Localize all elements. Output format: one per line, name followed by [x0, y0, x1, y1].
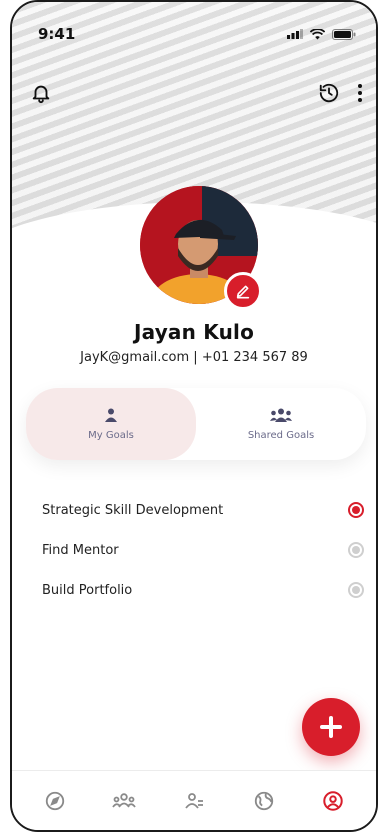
status-bar: 9:41 — [12, 24, 376, 44]
goal-radio-selected[interactable] — [348, 502, 364, 518]
history-icon — [319, 83, 339, 103]
tab-label-my-goals: My Goals — [88, 429, 134, 441]
phone-device: 9:41 Jayan Kulo JayK@gmail.com | +01 234… — [0, 0, 384, 832]
bell-icon — [32, 85, 50, 104]
goal-label: Build Portfolio — [42, 582, 133, 598]
signal-icon — [287, 29, 303, 39]
group-icon — [270, 408, 292, 422]
goal-label: Find Mentor — [42, 542, 119, 558]
compass-icon — [45, 791, 64, 810]
phone-frame: 9:41 Jayan Kulo JayK@gmail.com | +01 234… — [10, 0, 378, 832]
battery-icon — [332, 28, 356, 40]
nav-mentors[interactable] — [174, 781, 214, 821]
history-button[interactable] — [318, 82, 340, 104]
status-icons — [287, 28, 356, 40]
goal-item[interactable]: Strategic Skill Development — [42, 490, 364, 530]
globe-icon — [254, 791, 273, 810]
nav-global[interactable] — [244, 781, 284, 821]
nav-explore[interactable] — [35, 781, 75, 821]
nav-profile[interactable] — [313, 781, 353, 821]
top-toolbar — [12, 78, 376, 108]
more-options-button[interactable] — [356, 82, 364, 104]
status-time: 9:41 — [38, 25, 76, 43]
top-toolbar-actions — [318, 82, 364, 104]
tab-my-goals[interactable]: My Goals — [26, 388, 196, 460]
goal-tabs: My Goals Shared Goals — [26, 388, 366, 460]
add-goal-button[interactable] — [302, 698, 360, 756]
pencil-icon — [236, 285, 250, 299]
more-vertical-icon — [358, 84, 362, 102]
goal-item[interactable]: Build Portfolio — [42, 570, 364, 610]
goal-label: Strategic Skill Development — [42, 502, 224, 518]
nav-community[interactable] — [104, 781, 144, 821]
edit-avatar-button[interactable] — [224, 272, 262, 310]
person-icon — [105, 408, 117, 422]
profile-icon — [323, 790, 343, 811]
profile-name: Jayan Kulo — [133, 320, 255, 344]
goal-radio[interactable] — [348, 542, 364, 558]
user-group-icon — [185, 792, 203, 809]
plus-icon — [320, 716, 342, 738]
wifi-icon — [310, 28, 325, 39]
goal-list: Strategic Skill Development Find Mentor … — [42, 490, 364, 610]
tab-shared-goals[interactable]: Shared Goals — [196, 388, 366, 460]
profile-contact: JayK@gmail.com | +01 234 567 89 — [80, 350, 308, 365]
bottom-navigation — [12, 770, 376, 830]
goal-radio[interactable] — [348, 582, 364, 598]
people-icon — [112, 792, 137, 808]
tab-label-shared-goals: Shared Goals — [247, 429, 315, 441]
goal-item[interactable]: Find Mentor — [42, 530, 364, 570]
notification-button[interactable] — [30, 82, 52, 104]
